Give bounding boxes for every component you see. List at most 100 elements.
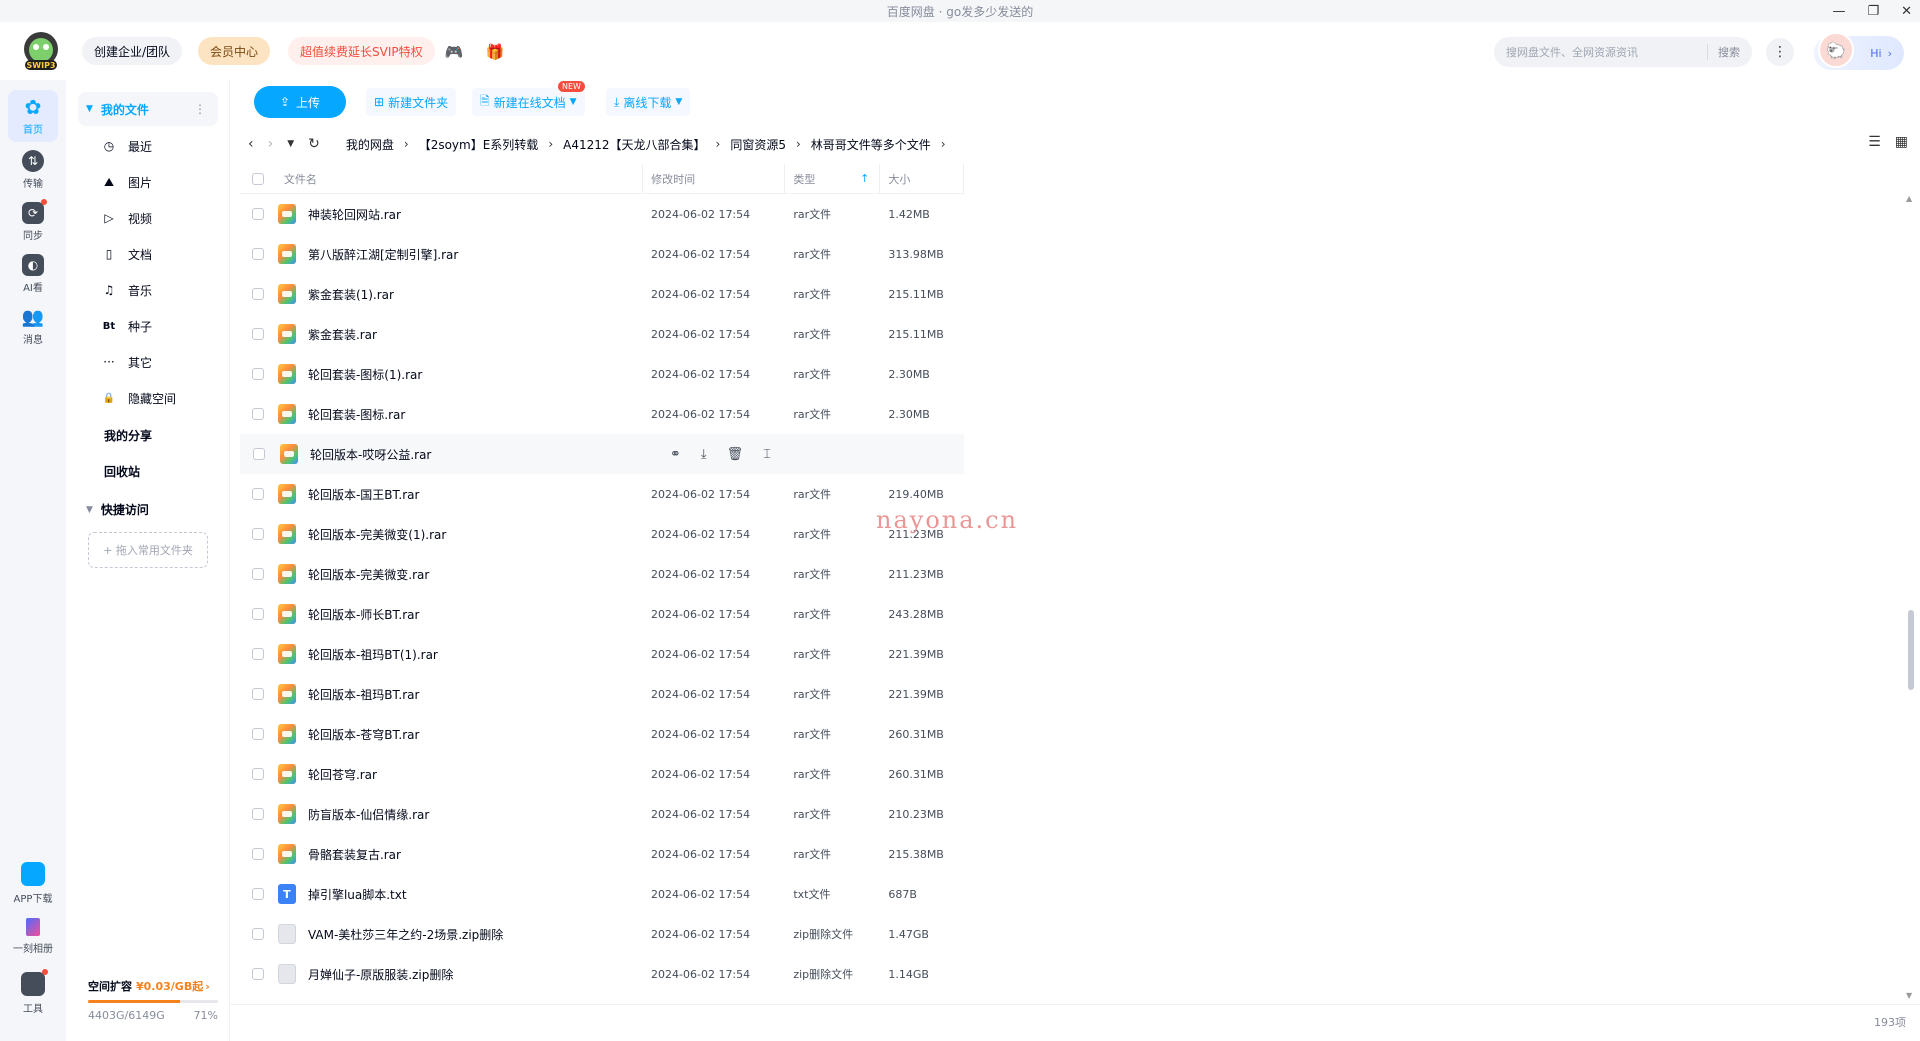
file-name[interactable]: 紫金套装(1).rar: [308, 286, 394, 303]
file-name[interactable]: 月婵仙子-原版服装.zip删除: [308, 966, 453, 983]
file-name-cell[interactable]: VAM-美杜莎三年之约-2场景.zip删除: [276, 924, 643, 944]
table-row[interactable]: T 掉引擎lua脚本.txt 2024-06-02 17:54 txt文件 687B: [240, 874, 964, 914]
table-row[interactable]: 骨骼套装复古.rar 2024-06-02 17:54 rar文件 215.38MB: [240, 834, 964, 874]
file-name[interactable]: 轮回版本-完美微变.rar: [308, 566, 429, 583]
file-name-cell[interactable]: 紫金套装.rar: [276, 324, 643, 344]
row-checkbox[interactable]: [253, 448, 265, 460]
sort-list-icon[interactable]: ☰: [1868, 134, 1881, 150]
sidebar-item-torrents[interactable]: Bt 种子: [102, 314, 152, 338]
refresh-icon[interactable]: ↻: [308, 136, 320, 152]
quick-access-drop-zone[interactable]: + 拖入常用文件夹: [88, 532, 208, 568]
row-checkbox[interactable]: [251, 208, 264, 220]
file-name-cell[interactable]: 紫金套装(1).rar: [276, 284, 643, 304]
file-name[interactable]: 防盲版本-仙侣情缘.rar: [308, 806, 429, 823]
table-row[interactable]: 轮回套装-图标(1).rar 2024-06-02 17:54 rar文件 2.30M…: [240, 354, 964, 394]
table-row[interactable]: 轮回版本-国王BT.rar 2024-06-02 17:54 rar文件 219.40…: [240, 474, 964, 514]
row-checkbox[interactable]: [251, 848, 264, 860]
rail-tools[interactable]: 工具: [4, 969, 62, 1015]
file-name-cell[interactable]: 轮回版本-完美微变.rar: [276, 564, 643, 584]
share-icon[interactable]: ⚭: [670, 447, 681, 462]
column-type[interactable]: 类型 ↑: [785, 164, 881, 193]
file-name-cell[interactable]: 轮回版本-哎呀公益.rar: [278, 444, 666, 464]
column-modified[interactable]: 修改时间: [643, 164, 786, 193]
delete-icon[interactable]: 🗑: [727, 447, 744, 462]
create-team-button[interactable]: 创建企业/团队: [82, 37, 183, 65]
row-checkbox[interactable]: [251, 608, 264, 620]
gift-icon[interactable]: 🎁: [484, 41, 506, 63]
breadcrumb-item[interactable]: 【2soym】E系列转载: [415, 136, 543, 153]
file-name[interactable]: 神装轮回网站.rar: [308, 206, 401, 223]
download-icon[interactable]: ⤓: [701, 447, 707, 462]
file-name[interactable]: VAM-美杜莎三年之约-2场景.zip删除: [308, 926, 503, 943]
rail-item-transfer[interactable]: ⇅ 传输: [8, 144, 58, 196]
row-checkbox[interactable]: [251, 688, 264, 700]
file-name-cell[interactable]: 第八版醉江湖[定制引擎].rar: [276, 244, 643, 264]
row-checkbox[interactable]: [251, 488, 264, 500]
rail-item-ai[interactable]: ◐ AI看: [8, 248, 58, 300]
more-menu-icon[interactable]: ⋮: [1766, 38, 1794, 66]
forward-arrow-icon[interactable]: ›: [268, 136, 274, 152]
rail-album[interactable]: 一刻相册: [4, 918, 62, 955]
sidebar-item-recycle[interactable]: 回收站: [104, 463, 140, 480]
file-name[interactable]: 轮回版本-师长BT.rar: [308, 606, 420, 623]
row-checkbox[interactable]: [251, 528, 264, 540]
search-button[interactable]: 搜索: [1718, 44, 1740, 60]
table-row[interactable]: 轮回版本-苍穹BT.rar 2024-06-02 17:54 rar文件 260.31…: [240, 714, 964, 754]
table-row[interactable]: 轮回苍穹.rar 2024-06-02 17:54 rar文件 260.31MB: [240, 754, 964, 794]
sidebar-item-others[interactable]: ··· 其它: [102, 350, 152, 374]
select-all-checkbox[interactable]: [251, 172, 264, 185]
history-dropdown-icon[interactable]: ▼: [287, 139, 294, 149]
row-checkbox[interactable]: [251, 328, 264, 340]
table-row[interactable]: 紫金套装.rar 2024-06-02 17:54 rar文件 215.11MB: [240, 314, 964, 354]
table-row[interactable]: 轮回版本-哎呀公益.rar ⚭ ⤓ 🗑 ⌶: [240, 434, 964, 474]
scroll-up-icon[interactable]: ▲: [1906, 194, 1912, 203]
new-folder-button[interactable]: ⊞ 新建文件夹: [366, 88, 457, 116]
file-name-cell[interactable]: 神装轮回网站.rar: [276, 204, 643, 224]
scroll-thumb[interactable]: [1908, 610, 1914, 690]
file-name-cell[interactable]: 轮回版本-师长BT.rar: [276, 604, 643, 624]
file-name-cell[interactable]: 轮回版本-祖玛BT(1).rar: [276, 644, 643, 664]
row-checkbox[interactable]: [251, 248, 264, 260]
file-name[interactable]: 轮回版本-祖玛BT(1).rar: [308, 646, 438, 663]
row-checkbox[interactable]: [251, 648, 264, 660]
storage-panel[interactable]: 空间扩容 ¥0.03/GB起 › 4403G/6149G 71%: [88, 978, 228, 1022]
rail-item-home[interactable]: ✿ 首页: [8, 90, 58, 142]
file-name[interactable]: 掉引擎lua脚本.txt: [308, 886, 407, 903]
upload-button[interactable]: ⇪ 上传: [254, 86, 346, 118]
back-arrow-icon[interactable]: ‹: [248, 136, 254, 152]
game-icon[interactable]: 🎮: [443, 41, 465, 63]
sidebar-item-my-share[interactable]: 我的分享: [104, 427, 152, 444]
table-row[interactable]: 轮回套装-图标.rar 2024-06-02 17:54 rar文件 2.30MB: [240, 394, 964, 434]
row-checkbox[interactable]: [251, 568, 264, 580]
rail-item-message[interactable]: 👥 消息: [8, 300, 58, 352]
table-row[interactable]: 轮回版本-祖玛BT(1).rar 2024-06-02 17:54 rar文件 221…: [240, 634, 964, 674]
file-name[interactable]: 轮回套装-图标.rar: [308, 406, 405, 423]
row-checkbox[interactable]: [251, 728, 264, 740]
table-row[interactable]: 神装轮回网站.rar 2024-06-02 17:54 rar文件 1.42MB: [240, 194, 964, 234]
column-size[interactable]: 大小: [880, 164, 964, 193]
file-name[interactable]: 轮回苍穹.rar: [308, 766, 377, 783]
file-name-cell[interactable]: 轮回版本-苍穹BT.rar: [276, 724, 643, 744]
file-name-cell[interactable]: 骨骼套装复古.rar: [276, 844, 643, 864]
file-name-cell[interactable]: 轮回版本-国王BT.rar: [276, 484, 643, 504]
vip-center-button[interactable]: 会员中心: [198, 37, 271, 65]
app-logo[interactable]: SWIP3: [18, 30, 64, 72]
table-row[interactable]: 轮回版本-完美微变(1).rar 2024-06-02 17:54 rar文件 211…: [240, 514, 964, 554]
sidebar-item-images[interactable]: ⛰ 图片: [102, 170, 152, 194]
close-icon[interactable]: ✕: [1901, 4, 1912, 19]
file-name-cell[interactable]: T 掉引擎lua脚本.txt: [276, 884, 643, 904]
breadcrumb-item[interactable]: 林哥哥文件等多个文件: [807, 136, 935, 153]
row-checkbox[interactable]: [251, 408, 264, 420]
kebab-icon[interactable]: ⋮: [194, 102, 206, 116]
breadcrumb-item[interactable]: 我的网盘: [342, 136, 398, 153]
file-name-cell[interactable]: 轮回套装-图标(1).rar: [276, 364, 643, 384]
scroll-down-icon[interactable]: ▼: [1906, 991, 1912, 1000]
file-name[interactable]: 轮回版本-国王BT.rar: [308, 486, 420, 503]
svip-renew-button[interactable]: 超值续费延长SVIP特权: [288, 37, 435, 65]
table-row[interactable]: 轮回版本-祖玛BT.rar 2024-06-02 17:54 rar文件 221.39…: [240, 674, 964, 714]
scrollbar[interactable]: ▲ ▼: [1906, 194, 1916, 1000]
file-name[interactable]: 紫金套装.rar: [308, 326, 377, 343]
file-name[interactable]: 第八版醉江湖[定制引擎].rar: [308, 246, 458, 263]
row-checkbox[interactable]: [251, 968, 264, 980]
row-checkbox[interactable]: [251, 768, 264, 780]
